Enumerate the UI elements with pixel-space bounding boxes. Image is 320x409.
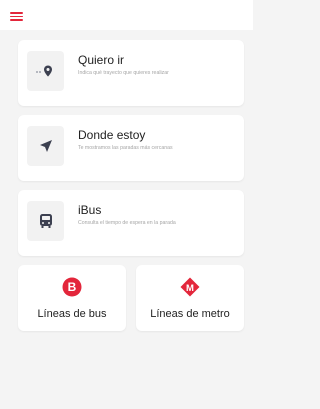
- tile-label: Líneas de metro: [150, 308, 230, 320]
- card-description: Indica qué trayecto que quieres realizar: [78, 70, 169, 76]
- svg-text:M: M: [186, 283, 194, 294]
- donde-estoy-card[interactable]: Donde estoy Te mostramos las paradas más…: [18, 115, 244, 181]
- quiero-ir-card[interactable]: Quiero ir Indica qué trayecto que quiere…: [18, 40, 244, 106]
- lineas-de-bus-tile[interactable]: B Líneas de bus: [18, 265, 126, 331]
- ibus-card[interactable]: iBus Consulta el tiempo de espera en la …: [18, 190, 244, 256]
- card-title: Quiero ir: [78, 53, 125, 67]
- bus-logo-icon: B: [62, 277, 82, 302]
- svg-text:B: B: [68, 280, 77, 294]
- tile-label: Líneas de bus: [37, 308, 107, 320]
- metro-logo-icon: M: [180, 277, 200, 302]
- hamburger-menu-icon[interactable]: [10, 12, 23, 21]
- card-description: Te mostramos las paradas más cercanas: [78, 145, 173, 151]
- route-pin-icon: [27, 51, 64, 91]
- location-arrow-icon: [27, 126, 64, 166]
- card-title: iBus: [78, 203, 102, 217]
- top-bar: [0, 0, 253, 30]
- card-description: Consulta el tiempo de espera en la parad…: [78, 220, 176, 226]
- bus-icon: [27, 201, 64, 241]
- card-title: Donde estoy: [78, 128, 146, 142]
- lineas-de-metro-tile[interactable]: M Líneas de metro: [136, 265, 244, 331]
